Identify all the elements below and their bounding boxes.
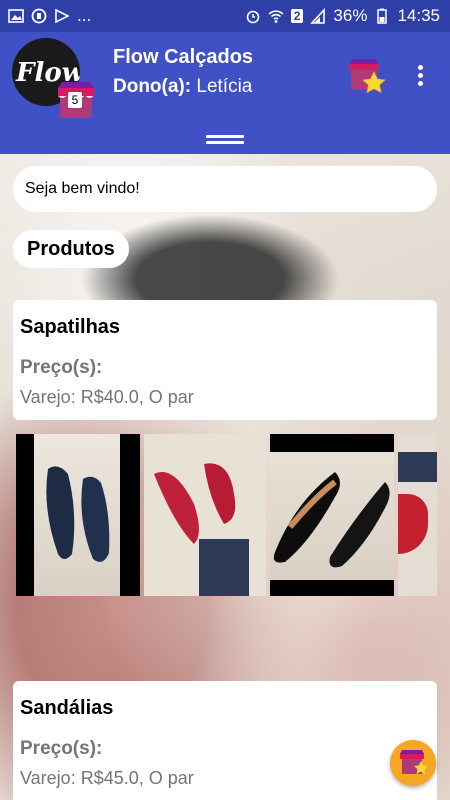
handle-line-top [206,135,244,138]
product-card[interactable]: Sandálias Preço(s): Varejo: R$45.0, O pa… [13,681,437,800]
product-name: Sandálias [20,697,114,719]
gallery-image[interactable] [16,434,140,596]
gallery-image[interactable] [270,434,394,596]
product-gallery[interactable] [16,434,437,596]
clock-time: 14:35 [397,6,440,25]
more-notifications: ... [77,6,92,25]
app-bar: Flow 5 Flow Calçados Dono(a): Letícia [0,32,450,124]
more-options-icon[interactable] [408,62,432,92]
play-store-icon [55,8,70,24]
battery-icon [377,8,388,24]
section-title: Produtos [13,230,129,268]
clock-circle-icon [31,8,47,24]
status-bar: ... 2 36% 14:35 [0,0,450,32]
store-name: Flow Calçados [113,46,254,68]
owner-label: Dono(a): [113,76,192,97]
product-card[interactable]: Sapatilhas Preço(s): Varejo: R$40.0, O p… [13,300,437,420]
favorite-store-icon[interactable] [346,56,386,96]
shoe-photo-red [154,463,249,596]
product-name: Sapatilhas [20,316,121,338]
gallery-image[interactable] [144,434,266,596]
welcome-message: Seja bem vindo! [13,166,437,212]
badge-count: 5 [68,92,82,108]
price-label: Preço(s): [20,357,103,378]
storefront-star-icon [400,750,428,774]
sim-slot-badge: 2 [290,9,304,23]
gallery-image[interactable] [398,434,437,596]
wifi-icon [268,10,284,23]
handle-line-bottom [206,141,244,144]
drawer-handle-bar[interactable] [0,124,450,154]
owner-line: Dono(a): Letícia [113,76,252,98]
price-value: Varejo: R$45.0, O par [20,768,194,788]
store-fab-button[interactable] [390,740,436,786]
signal-icon [310,8,326,24]
battery-percent: 36% [333,6,368,25]
photo-icon [8,9,24,23]
price-label: Preço(s): [20,738,103,759]
shoe-photo-black-patent [273,472,390,568]
main-content[interactable]: Seja bem vindo! Produtos Sapatilhas Preç… [0,154,450,800]
shoe-photo-navy [46,466,110,562]
price-value: Varejo: R$40.0, O par [20,387,194,407]
owner-name: Letícia [196,76,253,97]
alarm-icon [246,10,260,24]
